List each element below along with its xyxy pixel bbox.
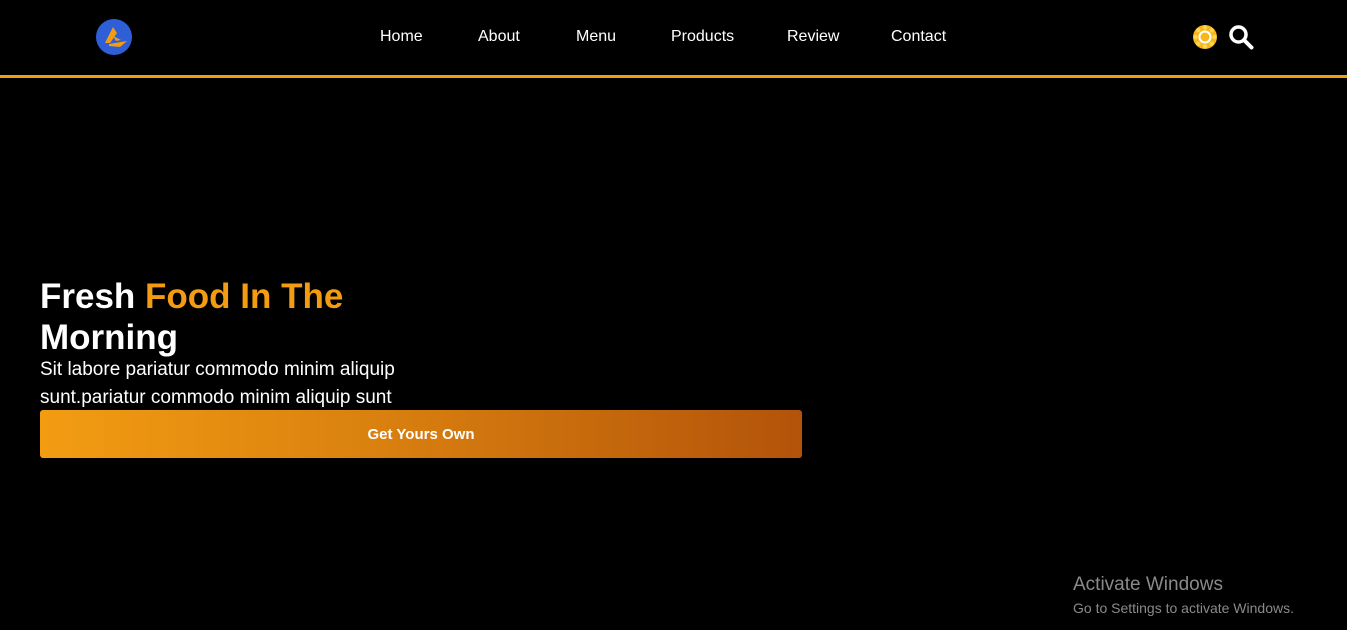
nav-review[interactable]: Review [787,27,839,47]
nav-products[interactable]: Products [671,27,734,47]
get-yours-own-button[interactable]: Get Yours Own [40,410,802,458]
watermark-subtitle: Go to Settings to activate Windows. [1073,600,1294,616]
main-nav: Home About Menu Products Review Contact [0,0,1347,75]
watermark-title: Activate Windows [1073,574,1223,595]
nav-menu[interactable]: Menu [576,27,616,47]
windows-activation-watermark: Activate Windows Go to Settings to activ… [1073,574,1343,618]
hero-title-accent: Food In The [145,277,344,316]
hero-description: Sit labore pariatur commodo minim aliqui… [40,359,395,408]
search-icon[interactable] [1228,24,1254,50]
nav-home[interactable]: Home [380,27,423,47]
nav-contact[interactable]: Contact [891,27,946,47]
hero-title-part2: Morning [40,318,179,357]
nav-about[interactable]: About [478,27,520,47]
hero-title-part1: Fresh [40,277,136,316]
hero-title: Fresh Food In The Morning [40,276,460,358]
sun-icon[interactable] [1192,24,1218,50]
site-header: Home About Menu Products Review Contact [0,0,1347,78]
page: Home About Menu Products Review Contact [0,0,1347,630]
